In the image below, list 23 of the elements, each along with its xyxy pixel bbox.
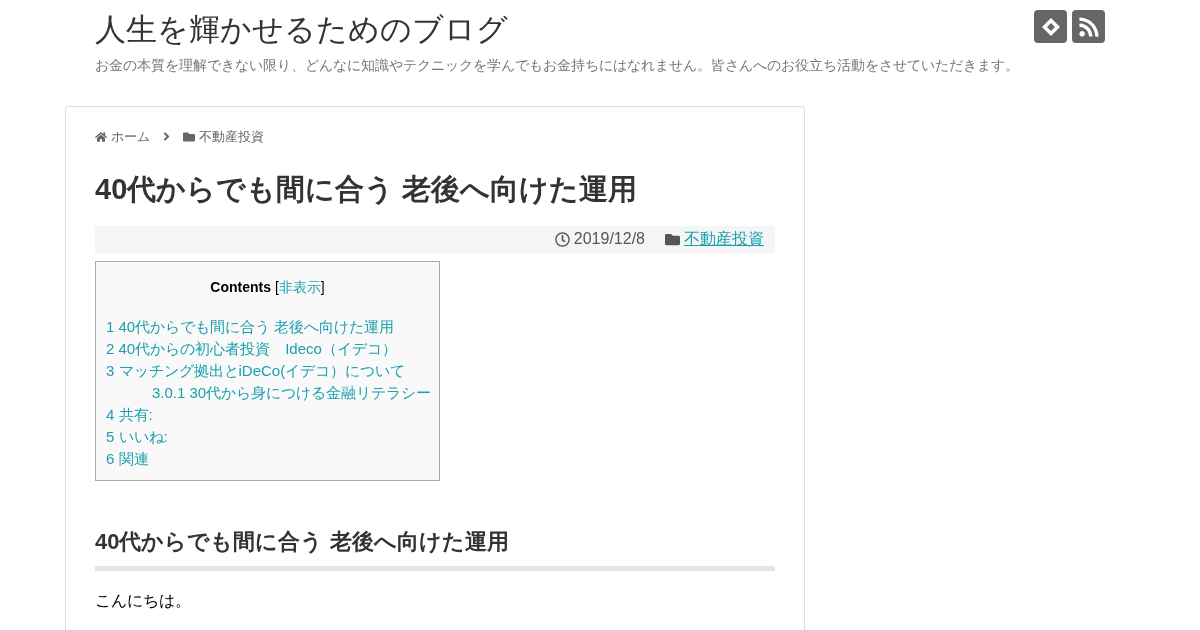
home-icon: [95, 130, 107, 143]
article-title: 40代からでも間に合う 老後へ向けた運用: [95, 171, 639, 207]
rss-icon[interactable]: [1072, 10, 1105, 43]
clock-icon: [554, 231, 570, 247]
toc-link[interactable]: 6 関連: [106, 449, 149, 467]
site-title[interactable]: 人生を輝かせるためのブログ: [95, 10, 508, 50]
toc-title: Contents: [210, 277, 271, 297]
breadcrumb-link[interactable]: ホーム: [111, 127, 150, 147]
category-link[interactable]: 不動産投資: [684, 227, 764, 251]
toc-link[interactable]: 1 40代からでも間に合う 老後へ向けた運用: [106, 317, 395, 335]
toc-link[interactable]: 2 40代からの初心者投資 Ideco（イデコ）: [106, 339, 397, 357]
paragraph: こんにちは。: [95, 590, 192, 611]
site-tagline: お金の本質を理解できない限り、どんなに知識やテクニックを学んでもお金持ちにはなれません。皆さんへのお役立ち活動をさせていただきます。: [95, 56, 1020, 75]
folder-icon: [183, 130, 195, 143]
toc-link[interactable]: 3.0.1 30代から身につける金融リテラシー: [152, 383, 432, 401]
toc-link[interactable]: 3 マッチング拠出とiDeCo(イデコ）について: [106, 361, 406, 379]
folder-icon: [665, 231, 680, 247]
toc-link[interactable]: 5 いいね:: [106, 427, 168, 445]
toc-link[interactable]: 4 共有:: [106, 405, 153, 423]
breadcrumb-link[interactable]: 不動産投資: [199, 127, 264, 147]
post-date: 2019/12/8: [573, 229, 645, 249]
toc-toggle[interactable]: [非表示]: [274, 275, 325, 298]
section-heading: 40代からでも間に合う 老後へ向けた運用: [95, 524, 775, 571]
